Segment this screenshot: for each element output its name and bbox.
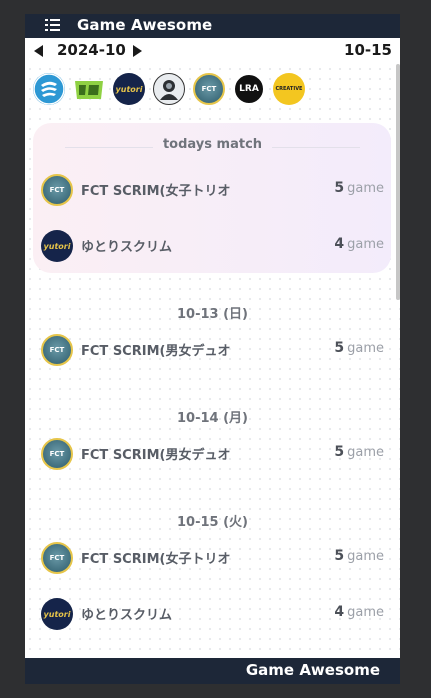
top-bar: Game Awesome xyxy=(25,14,400,38)
match-count: 5 game xyxy=(334,444,384,460)
prev-month-button[interactable] xyxy=(34,45,43,57)
fct-logo-icon: FCT xyxy=(41,542,73,574)
footer-bar: Game Awesome xyxy=(25,658,400,684)
match-name: FCT SCRIM(男女デュオ xyxy=(81,448,231,463)
day-heading: 10-15 (火) xyxy=(177,515,248,530)
fct-logo-icon: FCT xyxy=(41,334,73,366)
day-heading: 10-14 (月) xyxy=(177,411,248,426)
next-month-button[interactable] xyxy=(133,45,142,57)
logo-2-icon[interactable] xyxy=(73,73,105,105)
logo-3-icon[interactable]: yutori xyxy=(113,73,145,105)
day-heading: 10-13 (日) xyxy=(177,307,248,322)
match-count: 5 game xyxy=(334,340,384,356)
today-heading: todays match xyxy=(25,137,400,157)
match-row[interactable]: FCT FCT SCRIM(女子トリオ 5 game xyxy=(25,539,400,577)
team-logo-strip: yutori FCT LRA CREATIVE xyxy=(33,73,313,107)
match-name: FCT SCRIM(男女デュオ xyxy=(81,344,231,359)
fct-logo-icon: FCT xyxy=(41,438,73,470)
yutori-logo-icon: yutori xyxy=(41,230,73,262)
match-count: 4 game xyxy=(334,604,384,620)
match-name: FCT SCRIM(女子トリオ xyxy=(81,184,231,199)
match-row[interactable]: yutori ゆとりスクリム 4 game xyxy=(25,227,400,265)
logo-1-icon[interactable] xyxy=(33,73,65,105)
selected-date[interactable]: 10-15 xyxy=(344,41,392,59)
logo-7-icon[interactable]: CREATIVE xyxy=(273,73,305,105)
match-count: 5 game xyxy=(334,180,384,196)
match-row[interactable]: yutori ゆとりスクリム 4 game xyxy=(25,595,400,633)
match-row[interactable]: FCT FCT SCRIM(男女デュオ 5 game xyxy=(25,331,400,369)
date-bar: 2024-10 10-15 xyxy=(25,38,400,64)
match-name: ゆとりスクリム xyxy=(81,240,173,255)
menu-icon[interactable] xyxy=(45,19,60,32)
app-frame: Game Awesome 2024-10 10-15 yutori FCT LR… xyxy=(25,14,400,684)
match-row[interactable]: FCT FCT SCRIM(男女デュオ 5 game xyxy=(25,435,400,473)
match-list[interactable]: yutori FCT LRA CREATIVE todays match FCT… xyxy=(25,64,400,658)
match-count: 4 game xyxy=(334,236,384,252)
logo-5-icon[interactable]: FCT xyxy=(193,73,225,105)
current-month: 2024-10 xyxy=(57,41,126,59)
match-name: FCT SCRIM(女子トリオ xyxy=(81,552,231,567)
logo-6-icon[interactable]: LRA xyxy=(233,73,265,105)
match-name: ゆとりスクリム xyxy=(81,608,173,623)
fct-logo-icon: FCT xyxy=(41,174,73,206)
logo-4-icon[interactable] xyxy=(153,73,185,105)
yutori-logo-icon: yutori xyxy=(41,598,73,630)
match-row[interactable]: FCT FCT SCRIM(女子トリオ 5 game xyxy=(25,171,400,209)
app-title: Game Awesome xyxy=(77,16,213,34)
footer-title: Game Awesome xyxy=(245,661,380,679)
match-count: 5 game xyxy=(334,548,384,564)
